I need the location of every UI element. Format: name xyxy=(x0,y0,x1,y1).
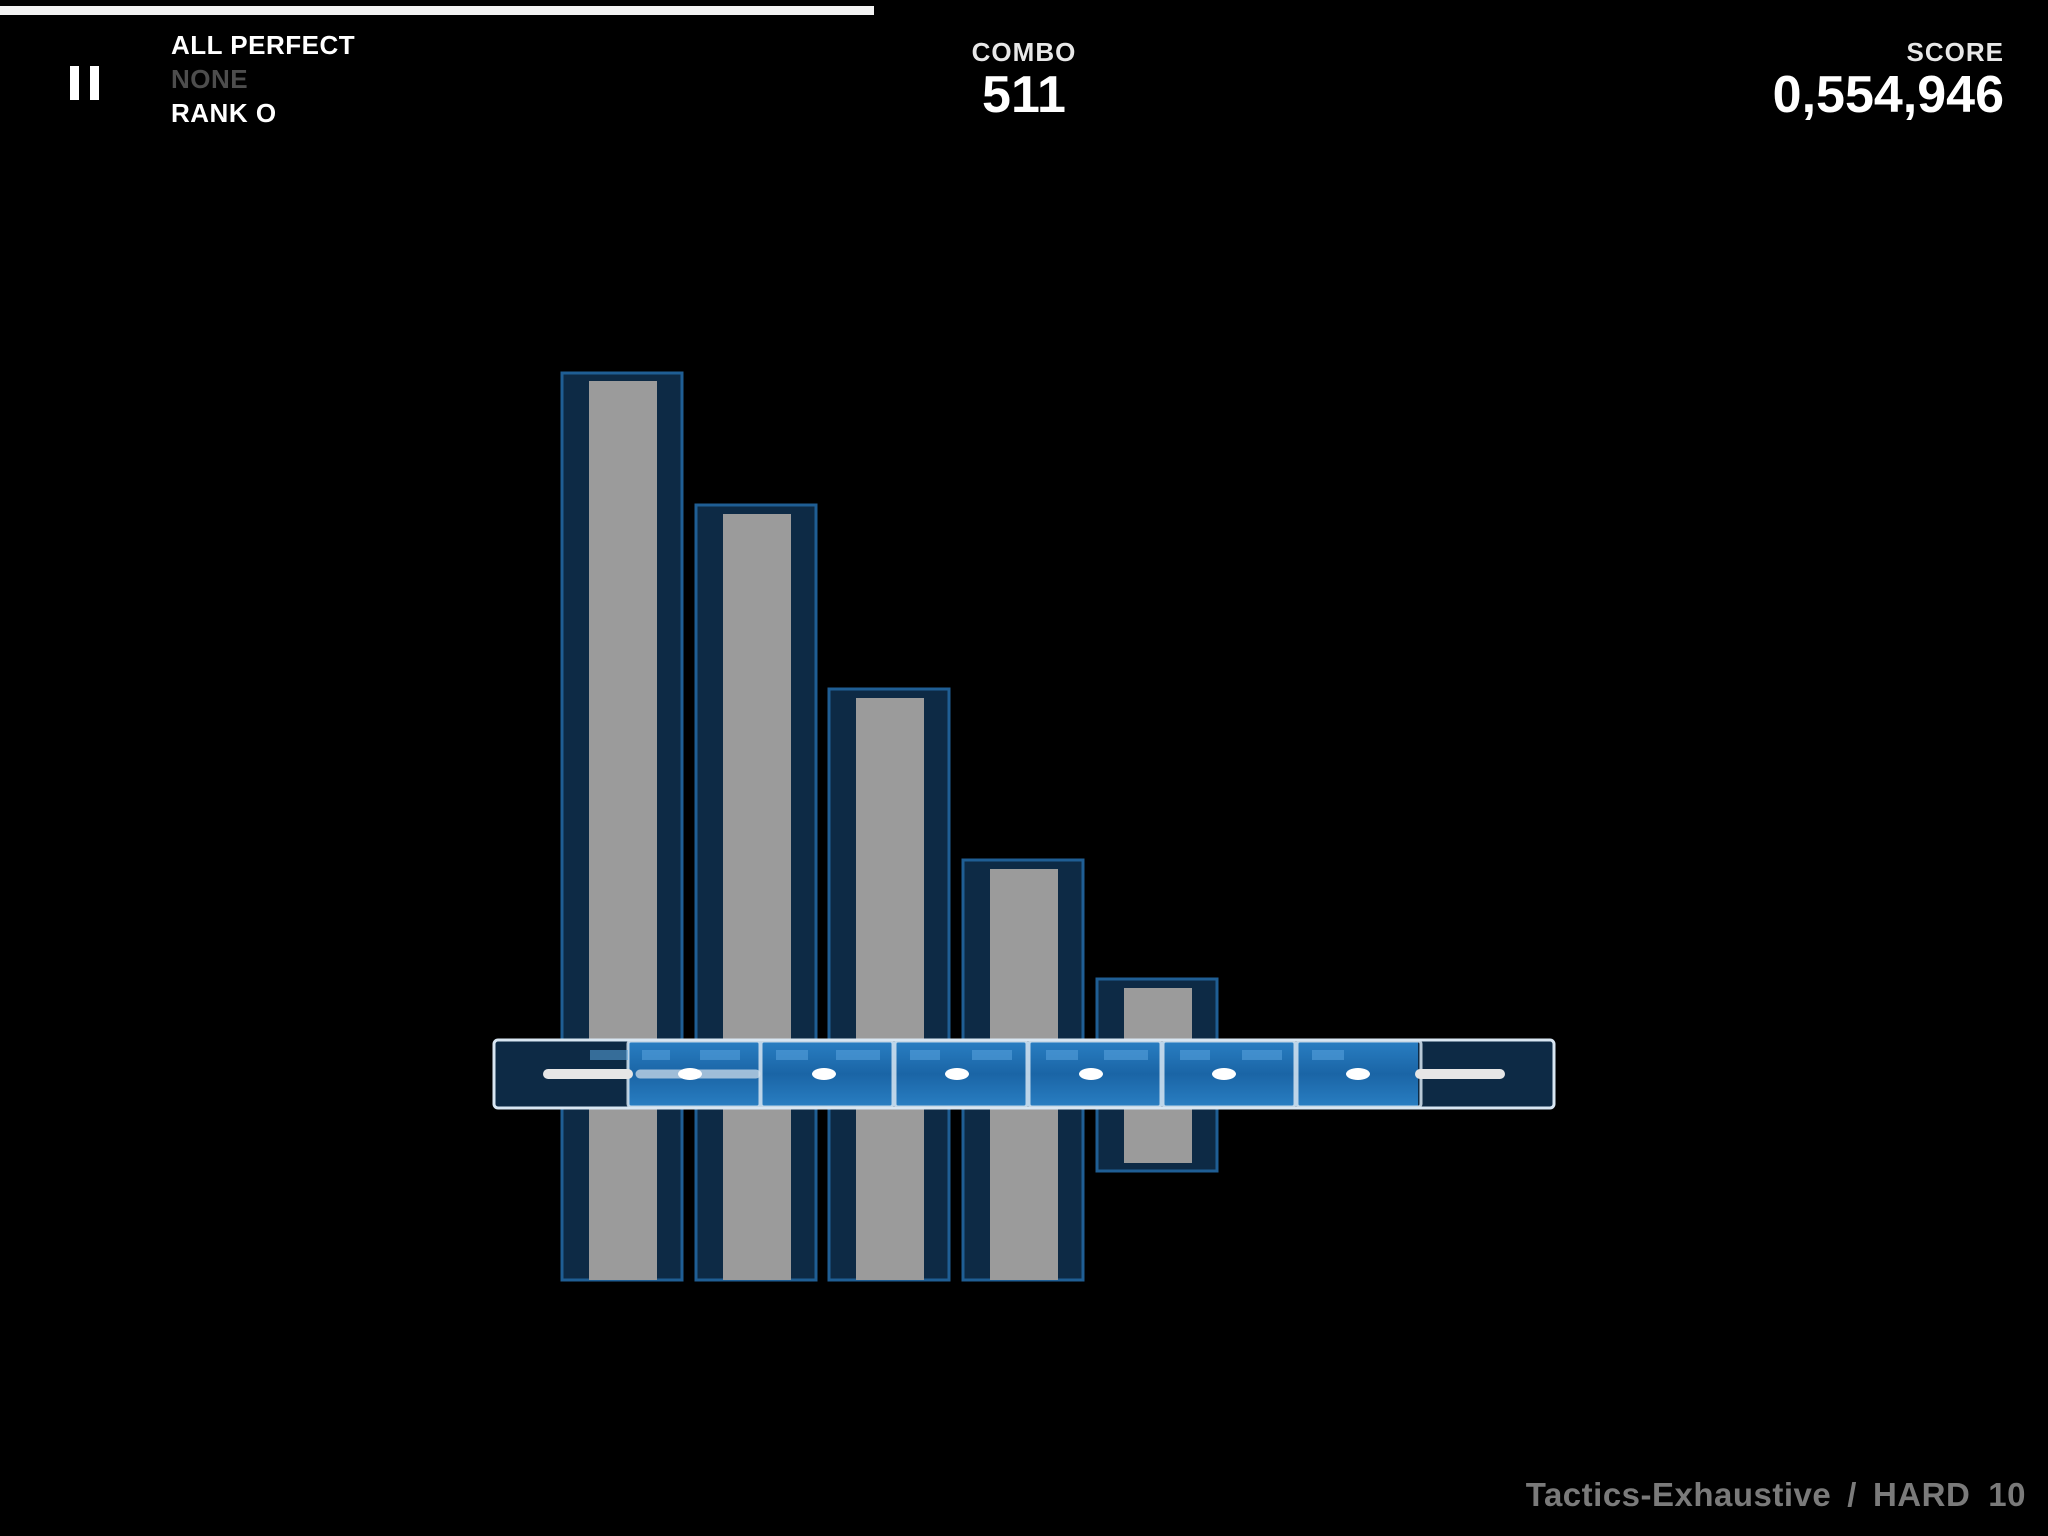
difficulty-label: HARD xyxy=(1872,1476,1971,1513)
hold-note xyxy=(560,371,684,1282)
song-info-separator: / xyxy=(1847,1476,1857,1513)
hold-note xyxy=(694,503,818,1282)
song-title: Tactics-Exhaustive xyxy=(1525,1476,1832,1513)
slide-note xyxy=(492,1038,1556,1110)
difficulty-level: 10 xyxy=(1988,1476,2026,1513)
song-info: Tactics-Exhaustive / HARD 10 xyxy=(1526,1476,2026,1514)
hold-note xyxy=(827,687,951,1282)
play-field xyxy=(492,371,1556,1282)
